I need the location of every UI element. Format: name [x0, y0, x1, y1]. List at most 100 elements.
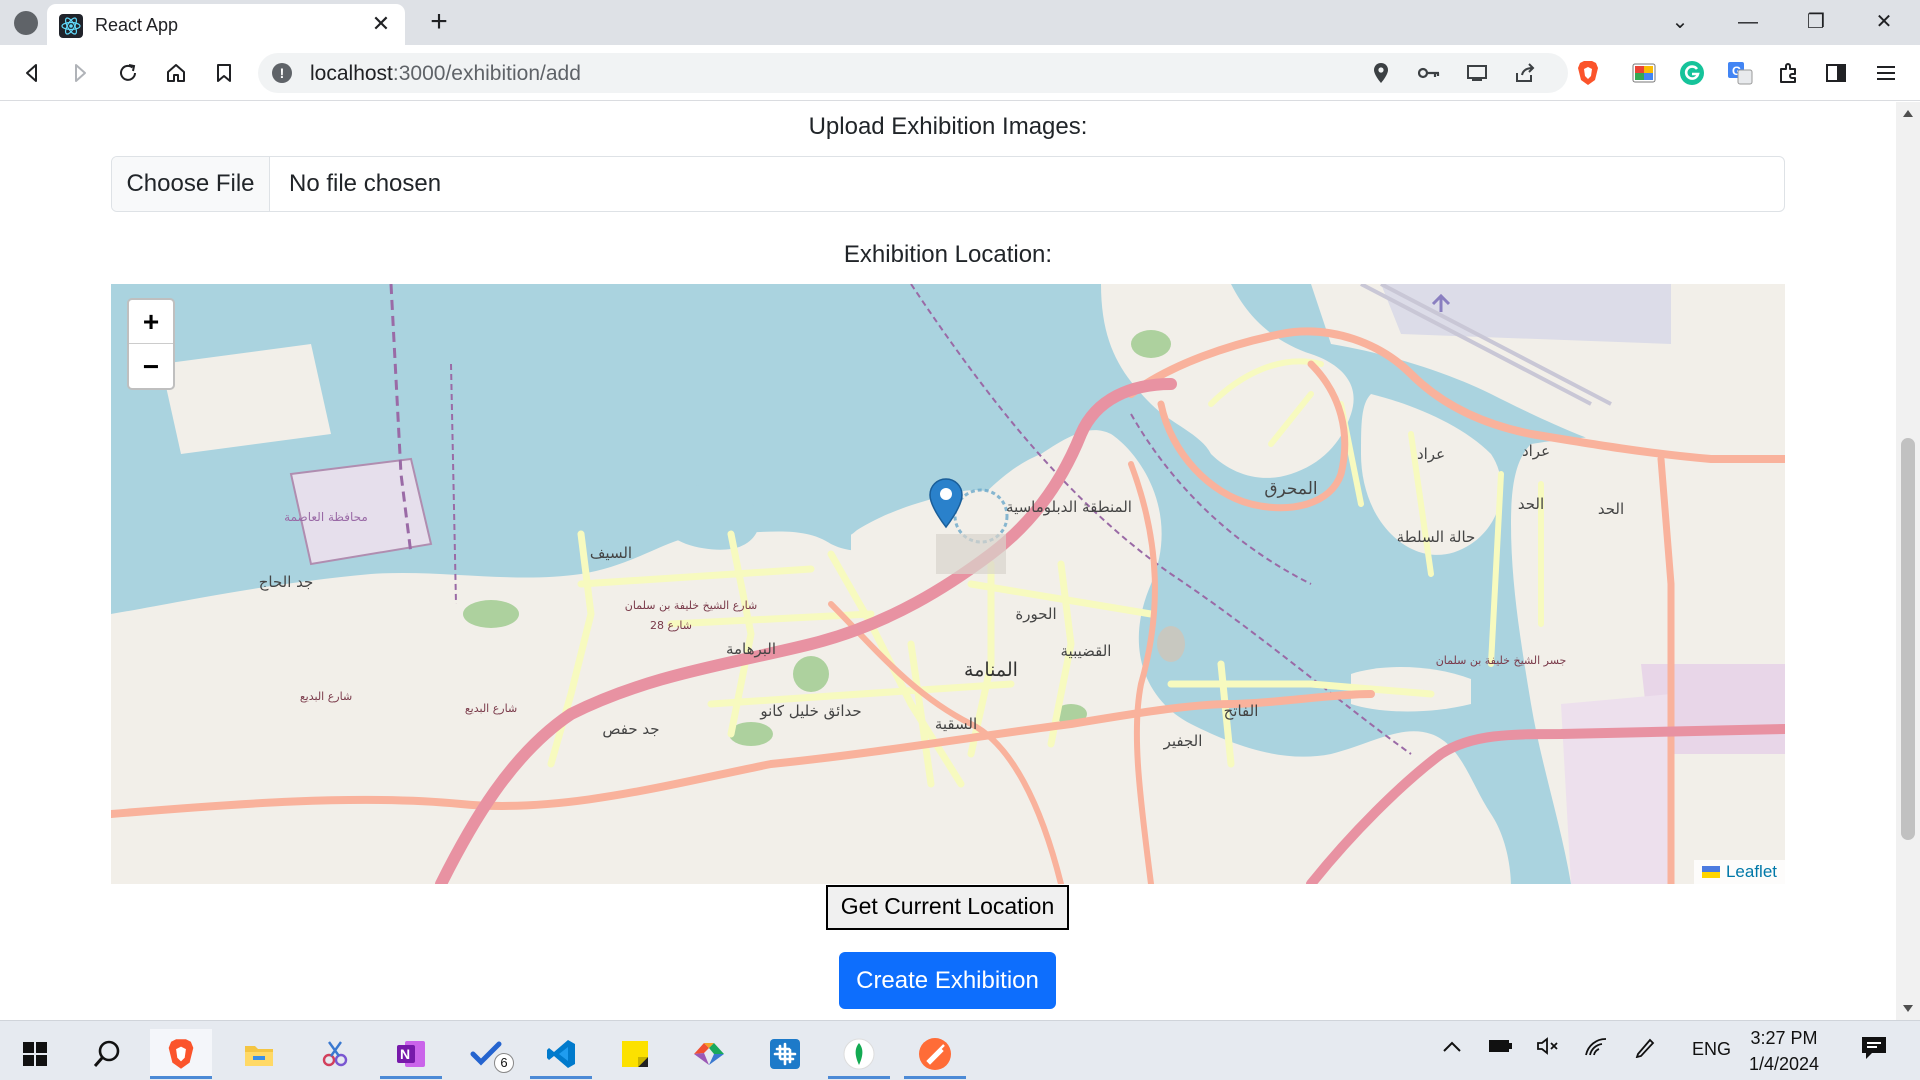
volume-muted-icon[interactable]	[1536, 1036, 1560, 1061]
search-icon[interactable]	[76, 1029, 138, 1079]
restore-button[interactable]: ❐	[1796, 6, 1836, 38]
translate-icon[interactable]: G	[1724, 57, 1756, 89]
map-label-budaiya-1: شارع البديع	[300, 690, 352, 703]
map-labels: المنطقة الدبلوماسية المحرق عراد عراد الح…	[259, 442, 1624, 750]
vscode-icon[interactable]	[530, 1029, 592, 1079]
map-label-hidd-2: الحد	[1598, 500, 1624, 518]
file-status: No file chosen	[289, 170, 442, 197]
location-label: Exhibition Location:	[843, 241, 1053, 268]
mongodb-compass-icon[interactable]	[828, 1029, 890, 1079]
reload-icon[interactable]	[112, 57, 144, 89]
new-tab-button[interactable]: +	[424, 7, 454, 38]
clock-date: 1/4/2024	[1748, 1054, 1820, 1074]
location-marker-icon[interactable]	[928, 477, 964, 529]
map-label-jidhafs: جد حفص	[602, 720, 659, 738]
map-label-budaiya-2: شارع البديع	[465, 702, 517, 715]
site-info-icon[interactable]: !	[272, 63, 292, 83]
get-current-location-button[interactable]: Get Current Location	[826, 885, 1069, 930]
zoom-control: + −	[127, 298, 175, 390]
map-label-salmaniya: السقية	[935, 715, 977, 733]
map-label-muharraq: المحرق	[1264, 479, 1317, 499]
url-text: localhost:3000/exhibition/add	[310, 62, 581, 85]
page-content: Upload Exhibition Images: Choose File No…	[0, 102, 1896, 1020]
clock[interactable]: 3:27 PM 1/4/2024	[1728, 1025, 1840, 1077]
map-label-hidd-1: الحد	[1518, 495, 1544, 513]
map-label-diplomatic: المنطقة الدبلوماسية	[1006, 498, 1132, 516]
menu-icon[interactable]	[1870, 57, 1902, 89]
snipping-tool-icon[interactable]	[304, 1029, 366, 1079]
map-label-burhama: البرهامة	[726, 640, 776, 658]
address-bar[interactable]: ! localhost:3000/exhibition/add	[258, 53, 1568, 93]
brave-taskbar-icon[interactable]	[150, 1029, 212, 1079]
file-explorer-icon[interactable]	[228, 1029, 290, 1079]
map-label-capital: محافظة العاصمة	[284, 510, 368, 524]
pen-icon[interactable]	[1634, 1036, 1656, 1063]
home-icon[interactable]	[160, 57, 192, 89]
sticky-notes-icon[interactable]	[604, 1029, 666, 1079]
zoom-in-button[interactable]: +	[129, 300, 173, 344]
tab-search-icon[interactable]: ⌄	[1660, 6, 1700, 38]
todo-icon[interactable]: 6	[456, 1029, 518, 1079]
share-icon[interactable]	[1514, 62, 1536, 84]
location-map[interactable]: المنطقة الدبلوماسية المحرق عراد عراد الح…	[111, 284, 1785, 884]
slack-icon[interactable]	[754, 1029, 816, 1079]
zoom-out-button[interactable]: −	[129, 345, 173, 389]
map-label-halat-sultah: حالة السلطة	[1397, 528, 1476, 546]
scroll-down-icon[interactable]	[1903, 1005, 1913, 1012]
start-icon[interactable]	[4, 1029, 66, 1079]
ukraine-flag-icon	[1701, 866, 1720, 878]
tab-bar: React App ✕ + ⌄ — ❐ ✕	[0, 0, 1920, 45]
map-label-arad-1: عراد	[1417, 445, 1445, 463]
key-icon[interactable]	[1418, 62, 1440, 84]
profile-icon[interactable]	[14, 11, 38, 35]
map-label-fateh: الفاتح	[1224, 702, 1259, 720]
close-tab-icon[interactable]: ✕	[369, 12, 393, 36]
postman-icon[interactable]	[904, 1029, 966, 1079]
windows-taskbar: N 6 ENG 3:27 PM 1/4/2024	[0, 1020, 1920, 1080]
map-label-juffair: الجفير	[1163, 732, 1203, 750]
leaflet-link[interactable]: Leaflet	[1726, 860, 1777, 884]
browser-toolbar: ! localhost:3000/exhibition/add G	[0, 45, 1920, 101]
wifi-icon[interactable]	[1584, 1035, 1608, 1062]
scroll-up-icon[interactable]	[1903, 110, 1913, 117]
map-label-arad-2: عراد	[1522, 442, 1550, 460]
todo-badge: 6	[494, 1053, 514, 1073]
language-indicator[interactable]: ENG	[1692, 1039, 1731, 1060]
git-client-icon[interactable]	[678, 1029, 740, 1079]
brave-shield-icon[interactable]	[1572, 57, 1604, 89]
back-icon[interactable]	[16, 57, 48, 89]
react-icon	[59, 14, 83, 38]
scroll-thumb[interactable]	[1901, 438, 1915, 840]
map-label-khalifa-bridge: جسر الشيخ خليفة بن سلمان	[1436, 654, 1567, 667]
map-label-hoora: الحورة	[1015, 605, 1056, 623]
minimize-button[interactable]: —	[1728, 6, 1768, 38]
bookmark-icon[interactable]	[208, 57, 240, 89]
forward-icon[interactable]	[64, 57, 96, 89]
map-label-khalifa-street: شارع الشيخ خليفة بن سلمان	[625, 599, 757, 612]
images-label: Upload Exhibition Images:	[808, 113, 1088, 140]
map-label-road-28: شارع 28	[650, 619, 692, 632]
map-attribution[interactable]: Leaflet	[1693, 860, 1785, 884]
notifications-icon[interactable]	[1860, 1035, 1888, 1066]
map-label-qudaibiya: القضيبية	[1061, 642, 1112, 660]
show-hidden-icons[interactable]	[1442, 1037, 1462, 1058]
choose-file-button[interactable]: Choose File	[112, 157, 270, 211]
tab-title: React App	[95, 15, 179, 35]
file-input[interactable]: Choose File No file chosen	[111, 156, 1785, 212]
location-pin-icon[interactable]	[1370, 62, 1392, 84]
map-label-khalil-kanoo: حدائق خليل كانو	[759, 702, 861, 720]
clock-time: 3:27 PM	[1750, 1028, 1818, 1048]
sidebar-icon[interactable]	[1820, 57, 1852, 89]
svg-text:N: N	[400, 1046, 410, 1062]
browser-tab[interactable]: React App ✕	[47, 4, 405, 45]
page-scrollbar[interactable]	[1896, 102, 1920, 1020]
grammarly-icon[interactable]	[1676, 57, 1708, 89]
battery-icon[interactable]	[1488, 1038, 1514, 1059]
color-extension-icon[interactable]	[1628, 57, 1660, 89]
cast-icon[interactable]	[1466, 62, 1488, 84]
extensions-icon[interactable]	[1772, 57, 1804, 89]
close-window-button[interactable]: ✕	[1864, 6, 1904, 38]
onenote-icon[interactable]: N	[380, 1029, 442, 1079]
map-label-seef: السيف	[590, 544, 632, 562]
create-exhibition-button[interactable]: Create Exhibition	[839, 952, 1056, 1009]
